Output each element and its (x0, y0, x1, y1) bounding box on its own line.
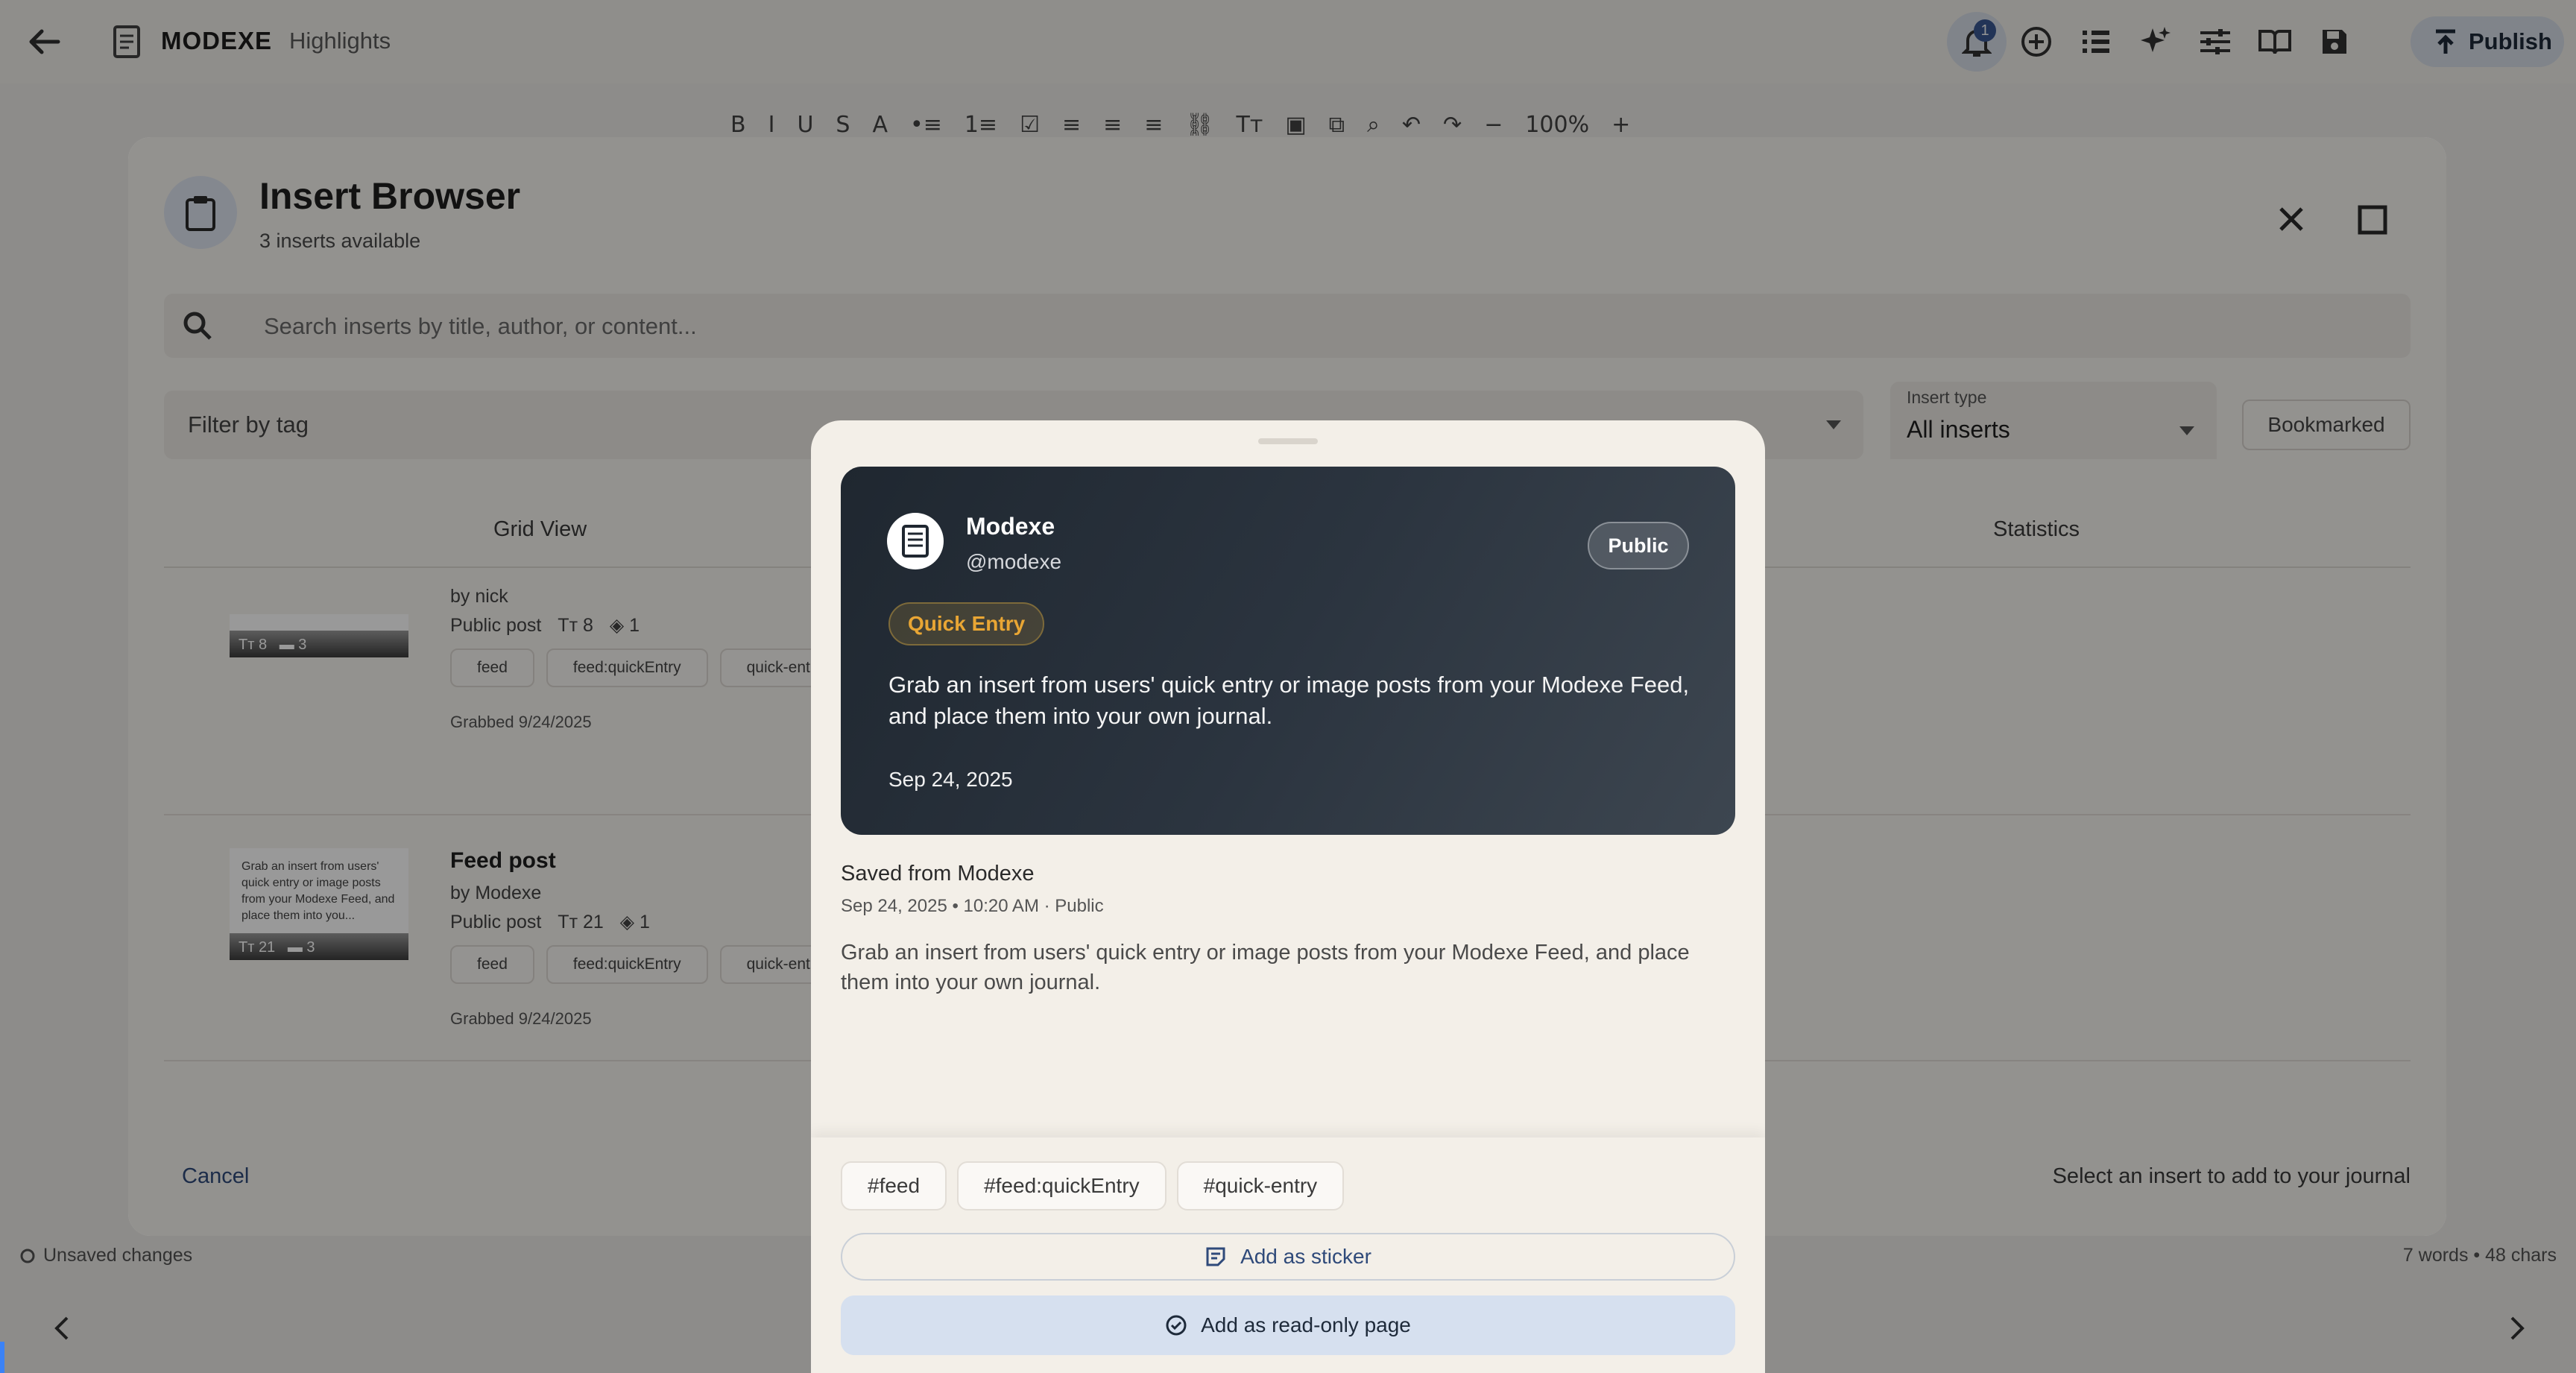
check-circle-icon (1166, 1315, 1187, 1336)
insert-preview-sheet: Modexe @modexe Public Quick Entry Grab a… (811, 420, 1765, 1373)
insert-date: Sep 24, 2025 (888, 768, 1013, 791)
preview-tags: #feed #feed:quickEntry #quick-entry (841, 1161, 1345, 1211)
sheet-actions: #feed #feed:quickEntry #quick-entry Add … (811, 1137, 1765, 1373)
author-name: Modexe (966, 513, 1055, 540)
document-logo-icon (902, 525, 929, 558)
type-badge: Quick Entry (888, 602, 1045, 646)
add-as-readonly-page-button[interactable]: Add as read-only page (841, 1295, 1735, 1355)
saved-body: Grab an insert from users' quick entry o… (841, 941, 1690, 994)
tag-chip[interactable]: #feed:quickEntry (957, 1161, 1167, 1211)
sticker-icon (1206, 1247, 1225, 1266)
edge-indicator (0, 1342, 4, 1373)
avatar (887, 513, 944, 569)
add-as-sticker-label: Add as sticker (1240, 1245, 1371, 1268)
author-handle: @modexe (966, 550, 1062, 573)
saved-from: Saved from Modexe (841, 862, 1035, 886)
add-as-sticker-button[interactable]: Add as sticker (841, 1233, 1735, 1281)
insert-preview-card: Modexe @modexe Public Quick Entry Grab a… (841, 467, 1735, 835)
tag-chip[interactable]: #feed (841, 1161, 947, 1211)
saved-meta: Sep 24, 2025 • 10:20 AM · Public (841, 896, 1104, 916)
visibility-badge: Public (1588, 522, 1689, 569)
add-as-readonly-label: Add as read-only page (1201, 1313, 1411, 1336)
insert-body: Grab an insert from users' quick entry o… (888, 672, 1690, 729)
tag-chip[interactable]: #quick-entry (1176, 1161, 1345, 1211)
drag-handle[interactable] (1258, 438, 1318, 444)
